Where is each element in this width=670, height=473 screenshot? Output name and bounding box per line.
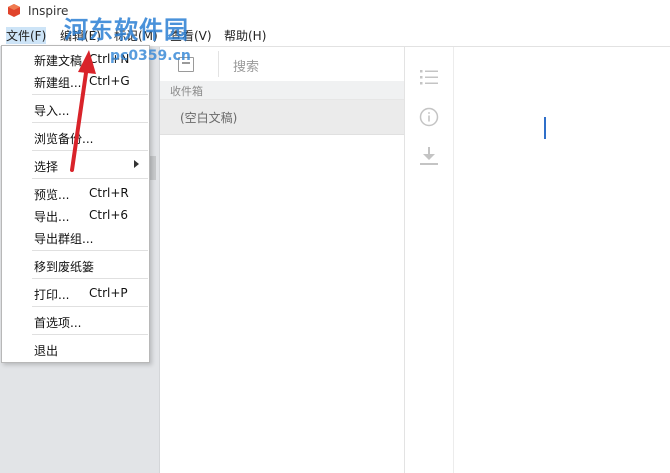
editor-side-rail (405, 47, 454, 473)
editor-pane[interactable] (405, 47, 670, 473)
menu-item-export[interactable]: 导出... Ctrl+6 (2, 205, 149, 225)
menu-item-shortcut: Ctrl+6 (89, 208, 129, 222)
menu-item-label: 退出 (34, 344, 59, 358)
menu-file[interactable]: 文件(F) (6, 27, 47, 44)
menu-item-label: 移到废纸篓 (34, 260, 95, 274)
list-toolbar: 搜索 (160, 47, 404, 82)
list-item-label: (空白文稿) (180, 111, 238, 125)
window-title: Inspire (28, 4, 69, 18)
menu-item-preferences[interactable]: 首选项... (2, 311, 149, 331)
menu-item-export-group[interactable]: 导出群组... (2, 227, 149, 247)
list-item[interactable]: (空白文稿) (160, 100, 404, 135)
menu-item-label: 打印... (34, 288, 70, 302)
menu-item-preview[interactable]: 预览... Ctrl+R (2, 183, 149, 203)
app-logo-icon (8, 4, 20, 17)
toolbar-divider (218, 51, 219, 77)
menu-item-shortcut: Ctrl+R (89, 186, 129, 200)
section-title: 收件箱 (170, 85, 203, 98)
menu-item-move-to-trash[interactable]: 移到废纸篓 (2, 255, 149, 275)
menu-item-shortcut: Ctrl+P (89, 286, 128, 300)
watermark-text: 河东软件园 (64, 15, 189, 44)
menu-item-label: 导出群组... (34, 232, 94, 246)
info-icon[interactable] (419, 107, 439, 127)
menu-item-exit[interactable]: 退出 (2, 339, 149, 359)
text-cursor (544, 117, 546, 139)
menu-item-label: 预览... (34, 188, 70, 202)
menu-separator (32, 178, 148, 179)
watermark-url: pc0359.cn (110, 48, 191, 64)
menu-item-label: 选择 (34, 160, 59, 174)
document-list-pane: 搜索 收件箱 (空白文稿) (160, 47, 405, 473)
annotation-arrow-icon (70, 50, 96, 172)
search-input[interactable]: 搜索 (233, 56, 259, 75)
menu-separator (32, 306, 148, 307)
download-icon[interactable] (419, 146, 439, 166)
menu-item-label: 导出... (34, 210, 70, 224)
submenu-arrow-icon (134, 160, 139, 168)
section-header: 收件箱 (160, 81, 404, 100)
menu-item-print[interactable]: 打印... Ctrl+P (2, 283, 149, 303)
list-icon[interactable] (419, 67, 439, 87)
menu-separator (32, 250, 148, 251)
menu-item-label: 首选项... (34, 316, 82, 330)
menu-separator (32, 334, 148, 335)
menu-help[interactable]: 帮助(H) (224, 27, 266, 44)
menu-separator (32, 278, 148, 279)
